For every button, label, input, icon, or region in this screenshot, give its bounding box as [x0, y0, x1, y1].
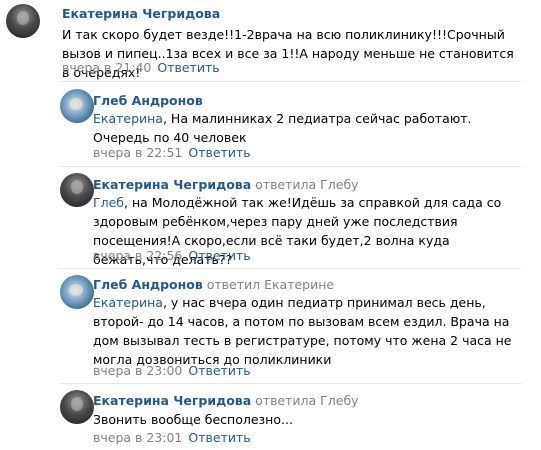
comment-text: Екатерина, у нас вчера один педиатр прин…	[93, 293, 521, 369]
comment-meta: вчера в 23:01 Ответить	[93, 430, 251, 446]
divider	[60, 268, 521, 269]
author-name[interactable]: Екатерина Чегридова	[93, 177, 251, 192]
comment-header: Глеб Андронов	[93, 93, 203, 109]
reply-button[interactable]: Ответить	[157, 60, 219, 75]
comment-time[interactable]: вчера в 21:40	[62, 60, 151, 75]
comment-time[interactable]: вчера в 23:00	[93, 363, 182, 378]
author-name[interactable]: Екатерина Чегридова	[93, 393, 251, 408]
avatar[interactable]	[60, 275, 94, 309]
comment-meta: вчера в 23:00 Ответить	[93, 363, 251, 379]
mention-link[interactable]: Екатерина	[93, 295, 163, 310]
divider	[60, 166, 521, 167]
avatar[interactable]	[60, 390, 94, 424]
avatar[interactable]	[60, 173, 94, 207]
comment-time[interactable]: вчера в 23:01	[93, 430, 182, 445]
reply-to-label[interactable]: ответил Екатерине	[207, 277, 334, 292]
comment-header: Глеб Андронов ответил Екатерине	[93, 277, 334, 293]
author-name[interactable]: Глеб Андронов	[93, 277, 203, 292]
comment-meta: вчера в 22:51 Ответить	[93, 145, 251, 161]
comment-time[interactable]: вчера в 22:51	[93, 145, 182, 160]
reply-to-label[interactable]: ответила Глебу	[255, 393, 358, 408]
comment-meta: вчера в 22:56 Ответить	[93, 248, 251, 264]
comment-header: Екатерина Чегридова ответила Глебу	[93, 393, 359, 409]
avatar[interactable]	[6, 4, 40, 38]
mention-link[interactable]: Екатерина	[93, 111, 163, 126]
reply-button[interactable]: Ответить	[188, 248, 250, 263]
author-name[interactable]: Екатерина Чегридова	[62, 6, 220, 21]
comment-header: Екатерина Чегридова ответила Глебу	[93, 177, 359, 193]
divider	[60, 81, 521, 82]
mention-link[interactable]: Глеб	[93, 195, 124, 210]
comment-header: Екатерина Чегридова	[62, 6, 220, 22]
comment-meta: вчера в 21:40 Ответить	[62, 60, 220, 76]
comment-body: Звонить вообще бесполезно...	[93, 412, 293, 427]
reply-button[interactable]: Ответить	[188, 363, 250, 378]
avatar[interactable]	[60, 89, 94, 123]
comment-text: Екатерина, На малинниках 2 педиатра сейч…	[93, 109, 521, 147]
reply-button[interactable]: Ответить	[188, 430, 250, 445]
divider	[60, 383, 521, 384]
author-name[interactable]: Глеб Андронов	[93, 93, 203, 108]
reply-to-label[interactable]: ответила Глебу	[255, 177, 358, 192]
comment-time[interactable]: вчера в 22:56	[93, 248, 182, 263]
reply-button[interactable]: Ответить	[188, 145, 250, 160]
comment-text: Звонить вообще бесполезно...	[93, 410, 521, 429]
